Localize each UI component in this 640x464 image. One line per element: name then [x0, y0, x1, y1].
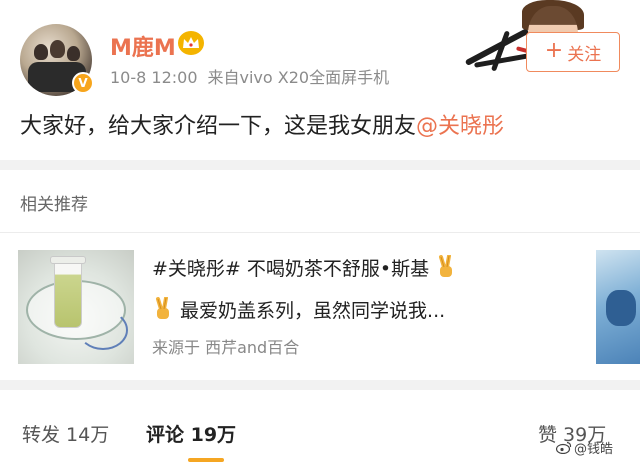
post-time: 10-8 12:00 — [110, 68, 198, 87]
section-separator — [0, 160, 640, 170]
related-card[interactable]: #关晓彤# 不喝奶茶不舒服•斯基 最爱奶盖系列，虽然同学说我... 来源于 西芹… — [18, 250, 588, 368]
crown-icon[interactable] — [178, 31, 204, 55]
follow-button[interactable]: + 关注 — [526, 32, 620, 72]
crown-icon-glyph — [183, 37, 199, 48]
related-section-title: 相关推荐 — [20, 195, 88, 215]
thumbnail-cable — [78, 310, 128, 350]
username[interactable]: M鹿M — [110, 30, 176, 62]
divider — [0, 232, 640, 233]
post-header: V M鹿M 10-8 12:00 来自vivo X20全面屏手机 + 关注 — [0, 0, 640, 100]
victory-hand-emoji-icon — [156, 297, 169, 319]
related-card-subtitle-text: 最爱奶盖系列，虽然同学说我... — [180, 300, 446, 322]
post-body: 大家好，给大家介绍一下，这是我女朋友@关晓彤 — [20, 108, 504, 140]
post-source: 来自vivo X20全面屏手机 — [207, 68, 390, 87]
post-meta: 10-8 12:00 来自vivo X20全面屏手机 — [110, 64, 399, 88]
victory-hand-emoji-icon — [439, 255, 453, 277]
related-card-title: #关晓彤# 不喝奶茶不舒服•斯基 — [152, 254, 457, 281]
active-tab-indicator — [188, 458, 224, 462]
plus-icon: + — [544, 38, 564, 63]
next-card-thumbnail-figure — [606, 290, 636, 326]
weibo-logo-icon — [556, 441, 572, 454]
interaction-tab-bar: 转发 14万 评论 19万 赞 39万 — [0, 390, 640, 464]
mention-link[interactable]: @关晓彤 — [416, 114, 504, 139]
avatar-figure — [67, 46, 80, 61]
avatar-figure — [50, 40, 65, 58]
verified-badge-icon: V — [72, 72, 94, 94]
follow-label: 关注 — [567, 44, 602, 65]
watermark-text: @钱皓 — [574, 442, 614, 457]
section-separator — [0, 380, 640, 390]
tab-repost[interactable]: 转发 14万 — [22, 420, 109, 447]
tab-comment[interactable]: 评论 19万 — [146, 420, 236, 447]
watermark: @钱皓 — [556, 438, 613, 457]
thumbnail-cup — [54, 260, 82, 328]
source-prefix: 来源于 — [152, 338, 201, 357]
related-card-title-text: #关晓彤# 不喝奶茶不舒服•斯基 — [152, 258, 430, 280]
avatar-figure — [34, 44, 48, 60]
thumbnail-lid — [50, 256, 86, 264]
related-card-source: 来源于 西芹and百合 — [152, 334, 299, 358]
next-card-thumbnail[interactable] — [596, 250, 640, 364]
post-text: 大家好，给大家介绍一下，这是我女朋友 — [20, 114, 417, 139]
source-name[interactable]: 西芹and百合 — [205, 338, 299, 357]
related-card-thumbnail[interactable] — [18, 250, 134, 364]
related-card-subtitle: 最爱奶盖系列，虽然同学说我... — [152, 296, 445, 323]
